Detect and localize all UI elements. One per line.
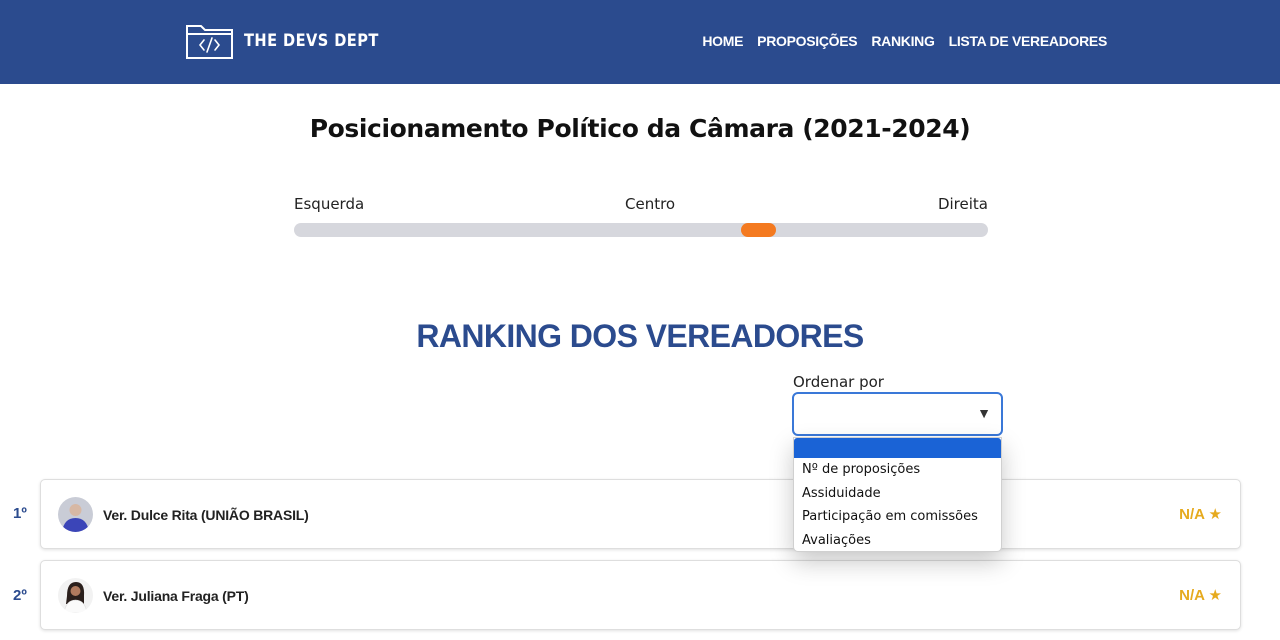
vereador-name: Ver. Juliana Fraga (PT) <box>103 588 249 604</box>
scale-marker <box>741 223 776 237</box>
scale-left-label: Esquerda <box>294 195 365 213</box>
sort-select[interactable]: ▼ <box>792 392 1003 436</box>
nav-ranking[interactable]: RANKING <box>871 33 935 49</box>
vereador-name: Ver. Dulce Rita (UNIÃO BRASIL) <box>103 507 309 523</box>
scale-track <box>294 223 988 237</box>
rating-score: N/A ★ <box>1179 506 1222 523</box>
nav-lista-vereadores[interactable]: LISTA DE VEREADORES <box>949 33 1108 49</box>
top-navbar: THE DEVS DEPT HOME PROPOSIÇÕES RANKING L… <box>0 0 1280 84</box>
folder-code-icon <box>186 25 233 59</box>
scale-center-label: Centro <box>625 195 676 213</box>
sort-option-empty[interactable] <box>794 438 1001 458</box>
sort-option-avaliacoes[interactable]: Avaliações <box>794 529 1001 552</box>
sort-option-assiduidade[interactable]: Assiduidade <box>794 482 1001 506</box>
page-title: Posicionamento Político da Câmara (2021-… <box>309 114 971 143</box>
ranking-row[interactable]: Ver. Dulce Rita (UNIÃO BRASIL) N/A ★ <box>40 479 1241 549</box>
avatar <box>58 497 93 532</box>
ranking-title: RANKING DOS VEREADORES <box>416 318 864 354</box>
sort-option-proposicoes[interactable]: Nº de proposições <box>794 458 1001 482</box>
main-nav: HOME PROPOSIÇÕES RANKING LISTA DE VEREAD… <box>702 33 1107 49</box>
caret-down-icon: ▼ <box>977 405 991 421</box>
ranking-row[interactable]: Ver. Juliana Fraga (PT) N/A ★ <box>40 560 1241 630</box>
scale-right-label: Direita <box>937 195 988 213</box>
avatar <box>58 578 93 613</box>
rank-number: 2º <box>13 587 27 604</box>
political-scale: Esquerda Centro Direita <box>294 195 988 245</box>
rating-score: N/A ★ <box>1179 587 1222 604</box>
rank-number: 1º <box>13 505 27 522</box>
nav-proposicoes[interactable]: PROPOSIÇÕES <box>757 33 857 49</box>
nav-home[interactable]: HOME <box>702 33 743 49</box>
brand-name: THE DEVS DEPT <box>244 31 379 51</box>
sort-option-comissoes[interactable]: Participação em comissões <box>794 505 1001 529</box>
sort-options-list: Nº de proposições Assiduidade Participaç… <box>793 437 1002 552</box>
brand-logo[interactable]: THE DEVS DEPT <box>185 22 401 60</box>
sort-label: Ordenar por <box>793 373 884 391</box>
